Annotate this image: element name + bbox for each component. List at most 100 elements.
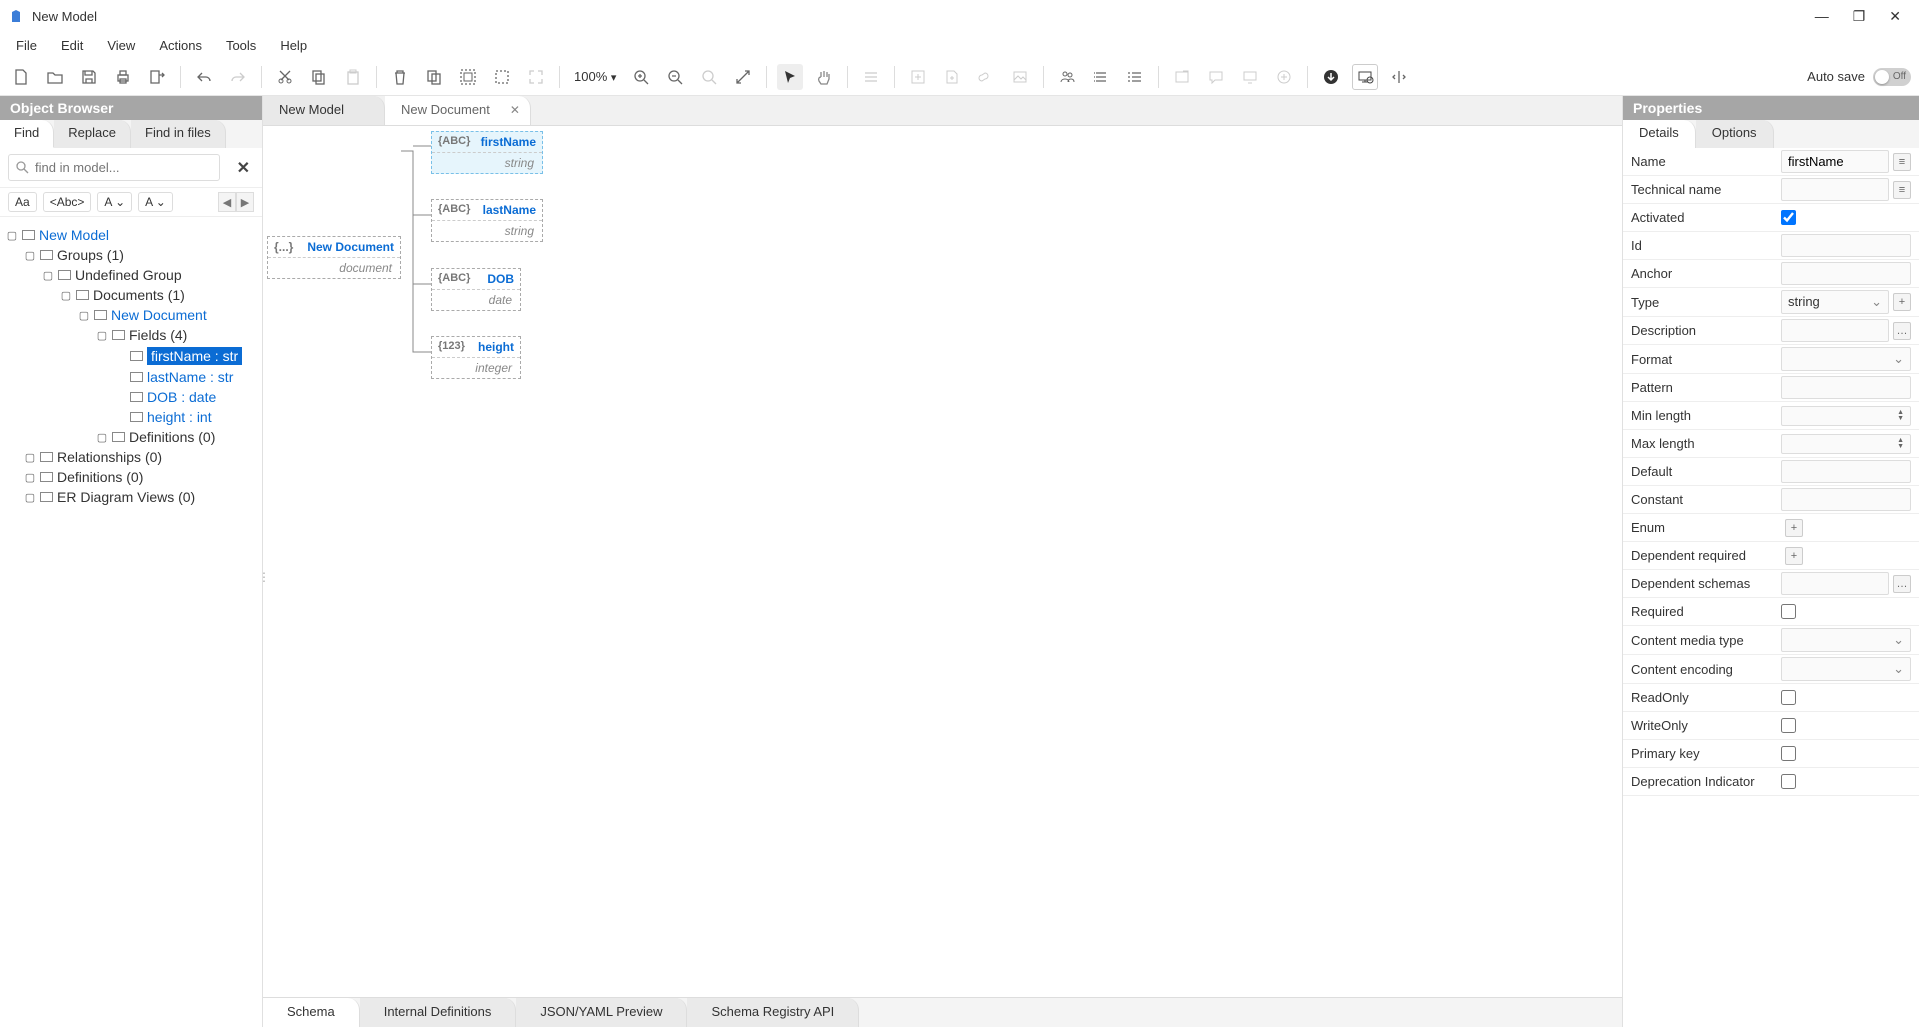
prop-dropdown[interactable]: string⌄ — [1781, 290, 1889, 314]
download-icon[interactable] — [1318, 64, 1344, 90]
fullscreen-icon[interactable] — [730, 64, 756, 90]
autosave-toggle[interactable]: Off — [1873, 68, 1911, 86]
add-icon[interactable]: + — [1893, 293, 1911, 311]
prop-checkbox[interactable] — [1781, 774, 1796, 789]
print-icon[interactable] — [110, 64, 136, 90]
prop-input[interactable] — [1781, 376, 1911, 399]
find-tab-replace[interactable]: Replace — [54, 120, 131, 148]
prop-stepper[interactable]: ▲▼ — [1781, 406, 1911, 426]
menu-actions[interactable]: Actions — [149, 35, 212, 56]
prop-input[interactable] — [1781, 319, 1889, 342]
tree-node[interactable]: ▢Groups (1) — [6, 245, 256, 265]
tree-node[interactable]: DOB : date — [6, 387, 256, 407]
tree-node[interactable]: lastName : str — [6, 367, 256, 387]
tree-node[interactable]: ▢Definitions (0) — [6, 427, 256, 447]
add-button[interactable]: + — [1785, 519, 1803, 537]
tree-node[interactable]: ▢Undefined Group — [6, 265, 256, 285]
tree-node[interactable]: ▢ER Diagram Views (0) — [6, 487, 256, 507]
prop-stepper[interactable]: ▲▼ — [1781, 434, 1911, 454]
find-tab-find-in-files[interactable]: Find in files — [131, 120, 226, 148]
menu-help[interactable]: Help — [270, 35, 317, 56]
tree-node[interactable]: ▢Documents (1) — [6, 285, 256, 305]
tree-node[interactable]: firstName : str — [6, 345, 256, 367]
prop-checkbox[interactable] — [1781, 604, 1796, 619]
properties-tab-details[interactable]: Details — [1623, 120, 1696, 148]
select-all-icon[interactable] — [455, 64, 481, 90]
tree-node[interactable]: height : int — [6, 407, 256, 427]
prop-checkbox[interactable] — [1781, 746, 1796, 761]
find-tab-find[interactable]: Find — [0, 120, 54, 148]
prop-input[interactable] — [1781, 572, 1889, 595]
zoom-in-icon[interactable] — [628, 64, 654, 90]
prop-checkbox[interactable] — [1781, 718, 1796, 733]
save-icon[interactable] — [76, 64, 102, 90]
diagram-field-node[interactable]: {ABC}DOBdate — [431, 268, 521, 311]
compare-icon[interactable] — [1386, 64, 1412, 90]
cut-icon[interactable] — [272, 64, 298, 90]
duplicate-icon[interactable] — [421, 64, 447, 90]
next-result-icon[interactable]: ▶ — [236, 192, 254, 212]
pointer-icon[interactable] — [777, 64, 803, 90]
list-icon[interactable] — [1088, 64, 1114, 90]
doc-tab[interactable]: New Document✕ — [385, 96, 531, 125]
diagram-field-node[interactable]: {ABC}lastNamestring — [431, 199, 543, 242]
diagram-field-node[interactable]: {ABC}firstNamestring — [431, 131, 543, 174]
properties-tab-options[interactable]: Options — [1696, 120, 1774, 148]
list-indent-icon[interactable] — [1122, 64, 1148, 90]
tree-node[interactable]: ▢New Model — [6, 225, 256, 245]
diagram-field-node[interactable]: {123}heightinteger — [431, 336, 521, 379]
prev-result-icon[interactable]: ◀ — [218, 192, 236, 212]
tree-node[interactable]: ▢Relationships (0) — [6, 447, 256, 467]
close-tab-icon[interactable]: ✕ — [510, 103, 520, 117]
bottom-tab[interactable]: Schema Registry API — [687, 998, 859, 1027]
monitor-icon[interactable] — [1352, 64, 1378, 90]
tree-node[interactable]: ▢New Document — [6, 305, 256, 325]
search-option[interactable]: A ⌄ — [138, 192, 173, 212]
undo-icon[interactable] — [191, 64, 217, 90]
prop-input[interactable] — [1781, 150, 1889, 173]
search-option[interactable]: A ⌄ — [97, 192, 132, 212]
pan-icon[interactable] — [811, 64, 837, 90]
close-icon[interactable]: ✕ — [1889, 8, 1901, 25]
tree-node[interactable]: ▢Definitions (0) — [6, 467, 256, 487]
zoom-level[interactable]: 100% ▾ — [570, 69, 620, 84]
menu-edit[interactable]: Edit — [51, 35, 93, 56]
bottom-tab[interactable]: Schema — [263, 998, 360, 1027]
search-option[interactable]: <Abc> — [43, 192, 92, 212]
prop-input[interactable] — [1781, 460, 1911, 483]
prop-checkbox[interactable] — [1781, 690, 1796, 705]
menu-file[interactable]: File — [6, 35, 47, 56]
prop-input[interactable] — [1781, 262, 1911, 285]
bottom-tab[interactable]: JSON/YAML Preview — [516, 998, 687, 1027]
prop-checkbox[interactable] — [1781, 210, 1796, 225]
copy-icon[interactable] — [306, 64, 332, 90]
prop-input[interactable] — [1781, 234, 1911, 257]
prop-input[interactable] — [1781, 178, 1889, 201]
menu-view[interactable]: View — [97, 35, 145, 56]
menu-tools[interactable]: Tools — [216, 35, 266, 56]
menu-icon[interactable]: ≡ — [1893, 181, 1911, 199]
zoom-out-icon[interactable] — [662, 64, 688, 90]
prop-dropdown[interactable]: ⌄ — [1781, 347, 1911, 371]
delete-icon[interactable] — [387, 64, 413, 90]
clear-search-icon[interactable]: ✕ — [233, 158, 254, 178]
minimize-icon[interactable]: — — [1815, 8, 1829, 25]
bottom-tab[interactable]: Internal Definitions — [360, 998, 517, 1027]
marquee-select-icon[interactable] — [489, 64, 515, 90]
prop-dropdown[interactable]: ⌄ — [1781, 628, 1911, 652]
more-icon[interactable]: … — [1893, 322, 1911, 340]
users-icon[interactable] — [1054, 64, 1080, 90]
prop-input[interactable] — [1781, 488, 1911, 511]
export-icon[interactable] — [144, 64, 170, 90]
add-button[interactable]: + — [1785, 547, 1803, 565]
new-file-icon[interactable] — [8, 64, 34, 90]
tree-node[interactable]: ▢Fields (4) — [6, 325, 256, 345]
doc-tab[interactable]: New Model — [263, 96, 385, 125]
search-option[interactable]: Aa — [8, 192, 37, 212]
menu-icon[interactable]: ≡ — [1893, 153, 1911, 171]
diagram-canvas[interactable]: {...}New Documentdocument {ABC}firstNames… — [263, 126, 1622, 997]
maximize-icon[interactable]: ❐ — [1853, 8, 1866, 25]
diagram-root-node[interactable]: {...}New Documentdocument — [267, 236, 401, 279]
search-input[interactable] — [8, 154, 220, 181]
more-icon[interactable]: … — [1893, 575, 1911, 593]
